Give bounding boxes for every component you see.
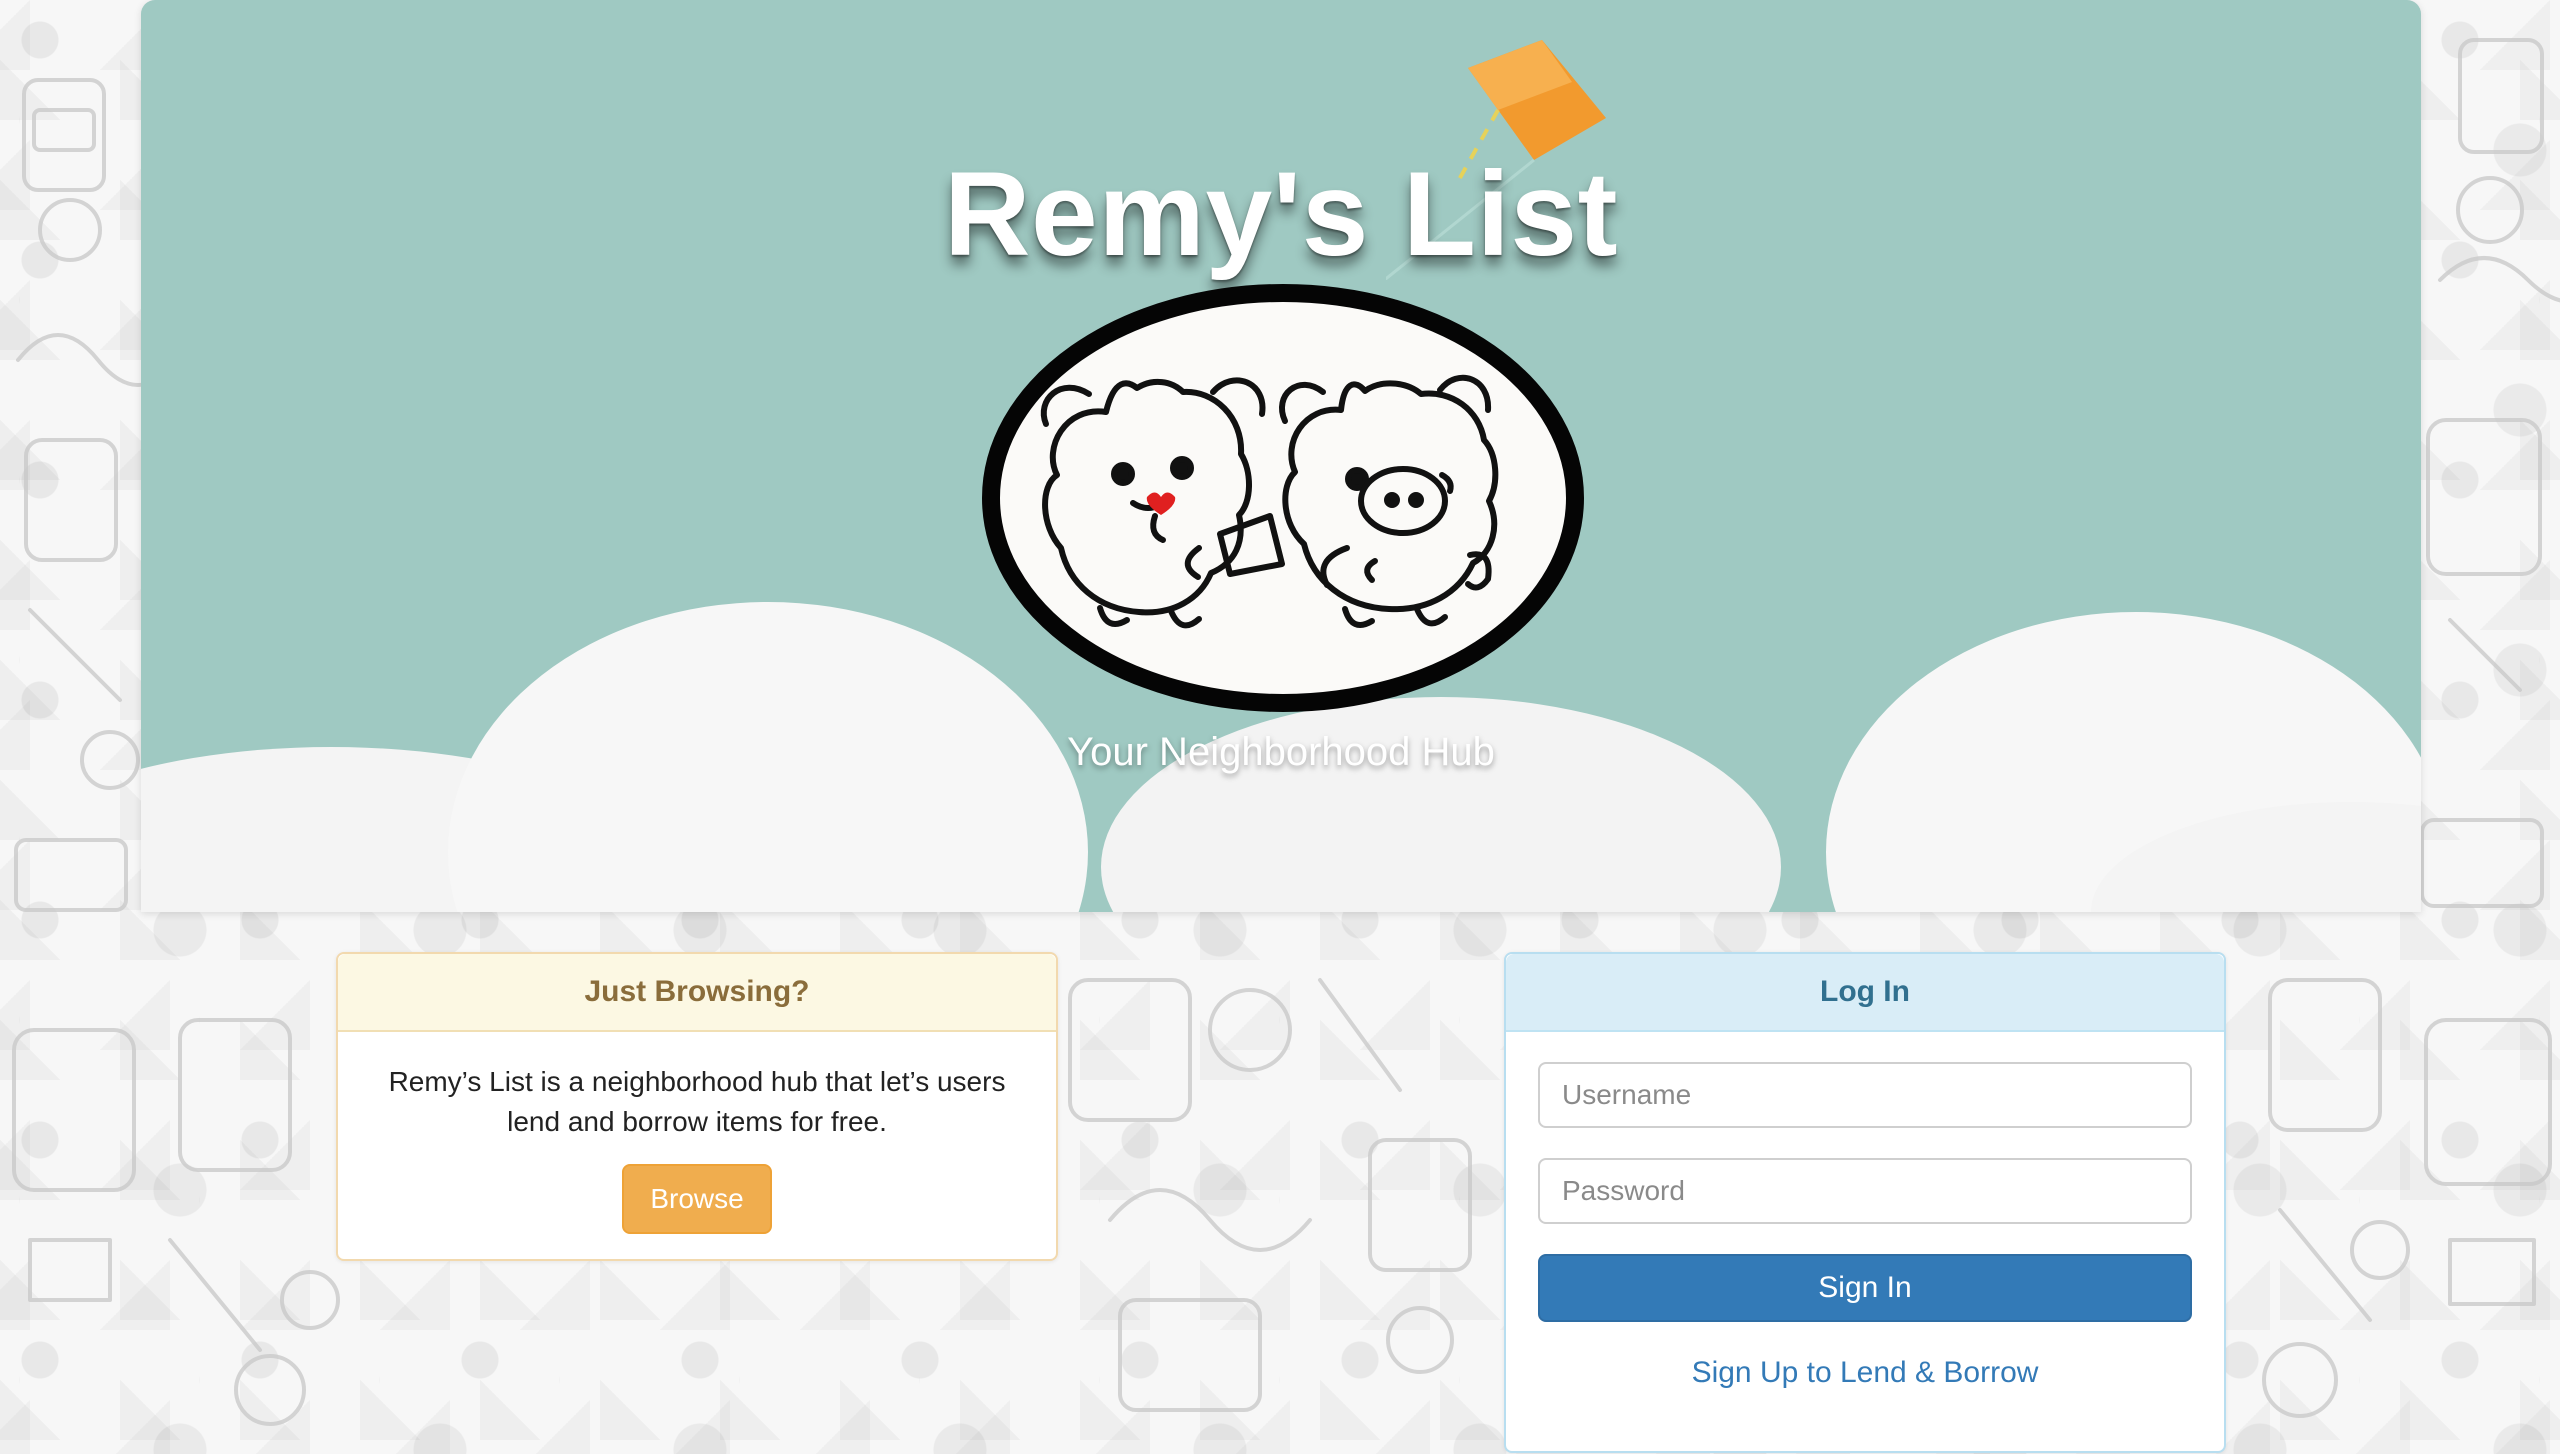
sign-in-button[interactable]: Sign In [1538,1254,2192,1322]
browse-heading: Just Browsing? [338,954,1056,1032]
hero-banner: Remy's List Your Neighborhood Hub [141,0,2421,912]
browse-description: Remy’s List is a neighborhood hub that l… [388,1066,1006,1137]
password-input[interactable] [1538,1158,2192,1224]
sign-up-link[interactable]: Sign Up to Lend & Borrow [1538,1356,2192,1390]
browse-body: Remy’s List is a neighborhood hub that l… [338,1032,1056,1234]
login-form: Sign In Sign Up to Lend & Borrow [1506,1032,2224,1390]
site-subtitle: Your Neighborhood Hub [1067,730,1495,774]
login-panel: Log In Sign In Sign Up to Lend & Borrow [1504,952,2226,1453]
browse-button[interactable]: Browse [622,1164,772,1234]
mascot-logo [982,284,1584,712]
login-heading: Log In [1506,954,2224,1032]
site-title: Remy's List [943,147,1619,281]
username-input[interactable] [1538,1062,2192,1128]
browse-panel: Just Browsing? Remy’s List is a neighbor… [336,952,1058,1261]
